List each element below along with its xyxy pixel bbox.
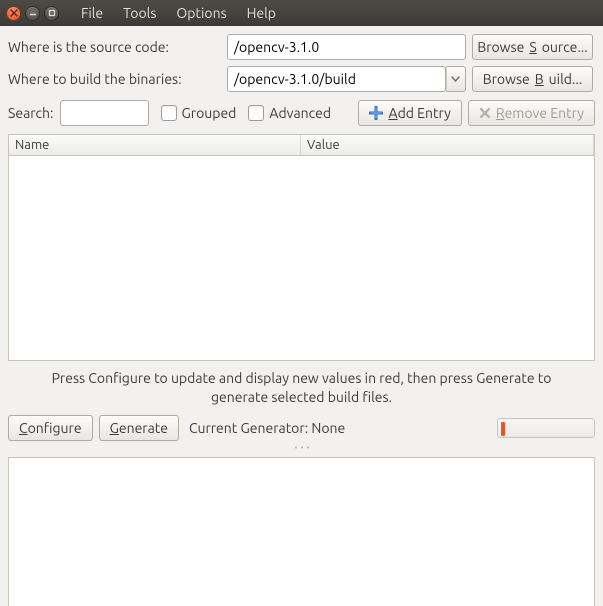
remove-entry-button: Remove Entry [468, 100, 595, 126]
advanced-checkbox[interactable] [248, 105, 264, 121]
grouped-wrap: Grouped [161, 105, 237, 121]
browse-source-mnem: S [529, 39, 536, 55]
column-value[interactable]: Value [301, 135, 594, 155]
plus-icon [369, 106, 383, 120]
grouped-label[interactable]: Grouped [182, 105, 237, 121]
browse-build-suffix: uild... [549, 71, 583, 87]
window-maximize-button[interactable] [44, 6, 59, 21]
window-buttons [6, 6, 59, 21]
cache-table: Name Value [8, 134, 595, 361]
build-combo [227, 66, 466, 92]
grouped-checkbox[interactable] [161, 105, 177, 121]
browse-source-suffix: ource... [542, 39, 588, 55]
action-row: Configure Generate Current Generator: No… [8, 413, 595, 441]
source-label: Where is the source code: [8, 39, 221, 55]
hint-text: Press Configure to update and display ne… [8, 367, 595, 407]
generate-button[interactable]: Generate [99, 415, 179, 441]
add-entry-button[interactable]: Add Entry [358, 100, 461, 126]
chevron-down-icon [451, 76, 460, 82]
content: Where is the source code: Browse Source.… [0, 26, 603, 606]
configure-mnem: C [19, 420, 28, 436]
window-minimize-button[interactable] [25, 6, 40, 21]
menubar: File Tools Options Help [73, 3, 284, 23]
browse-build-button[interactable]: Browse Build... [472, 66, 593, 92]
grip-icon [288, 445, 316, 450]
current-generator-label: Current Generator: None [189, 420, 345, 436]
add-entry-suffix: dd Entry [398, 105, 451, 121]
source-input-wrap [227, 34, 466, 60]
splitter-grip[interactable] [8, 445, 595, 451]
build-input[interactable] [227, 66, 446, 92]
generate-suffix: enerate [119, 420, 168, 436]
remove-entry-mnem: R [496, 105, 505, 121]
menu-options[interactable]: Options [168, 3, 234, 23]
window-close-button[interactable] [6, 6, 21, 21]
advanced-wrap: Advanced [248, 105, 331, 121]
browse-source-prefix: Browse [477, 39, 524, 55]
remove-entry-suffix: emove Entry [505, 105, 584, 121]
build-row: Where to build the binaries: Browse Buil… [8, 66, 595, 92]
menu-file[interactable]: File [73, 3, 111, 23]
close-icon [10, 9, 18, 17]
output-panel[interactable] [8, 457, 595, 606]
source-input[interactable] [227, 34, 466, 60]
column-name[interactable]: Name [9, 135, 301, 155]
search-label: Search: [8, 105, 54, 121]
configure-button[interactable]: Configure [8, 415, 93, 441]
progress-bar [497, 418, 595, 438]
configure-suffix: onfigure [28, 420, 82, 436]
x-icon [479, 107, 491, 119]
menu-tools[interactable]: Tools [115, 3, 164, 23]
table-body[interactable] [9, 156, 594, 360]
browse-source-button[interactable]: Browse Source... [472, 34, 593, 60]
browse-build-mnem: B [535, 71, 544, 87]
build-dropdown-button[interactable] [446, 66, 466, 92]
browse-build-prefix: Browse [483, 71, 530, 87]
titlebar: File Tools Options Help [0, 0, 603, 26]
search-input[interactable] [60, 100, 149, 126]
generate-mnem: G [110, 420, 119, 436]
table-header: Name Value [9, 135, 594, 156]
build-label: Where to build the binaries: [8, 71, 221, 87]
minimize-icon [29, 9, 37, 17]
add-entry-mnem: A [388, 105, 397, 121]
advanced-label[interactable]: Advanced [269, 105, 331, 121]
menu-help[interactable]: Help [239, 3, 284, 23]
source-row: Where is the source code: Browse Source.… [8, 34, 595, 60]
progress-indicator [501, 422, 505, 436]
options-row: Search: Grouped Advanced Add Entry Remov… [8, 98, 595, 126]
maximize-icon [48, 9, 56, 17]
